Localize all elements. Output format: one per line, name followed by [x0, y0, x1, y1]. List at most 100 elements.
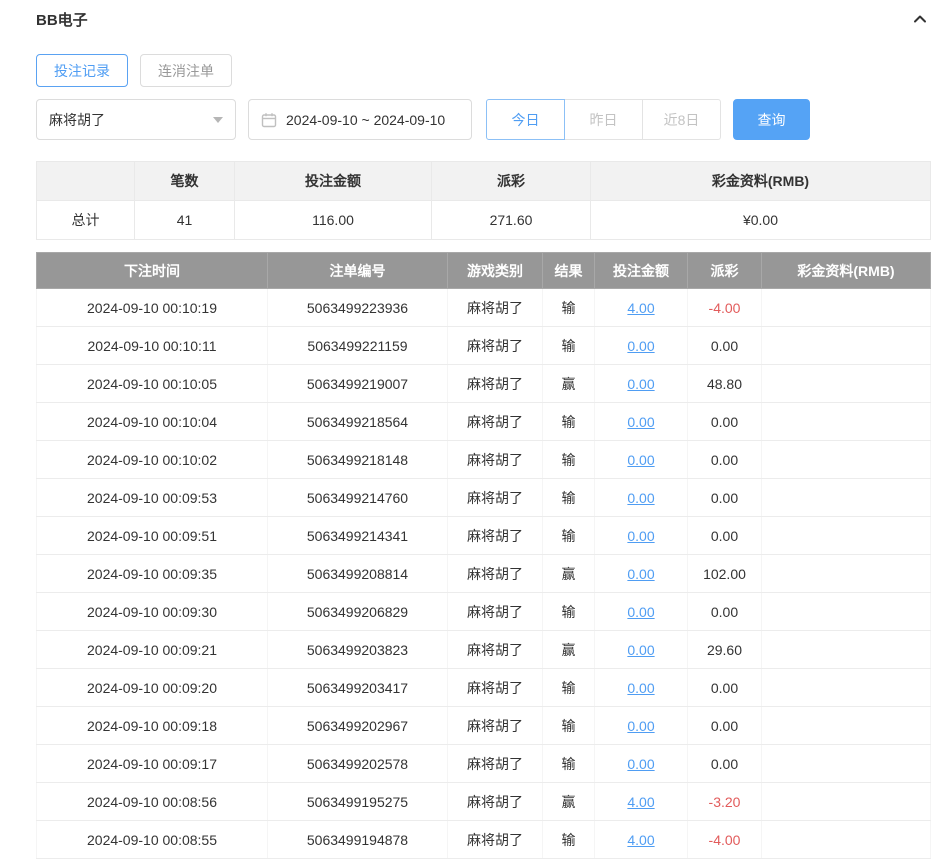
quick-today-button[interactable]: 今日 [486, 99, 565, 140]
payout-cell: 0.00 [688, 707, 762, 745]
table-row: 2024-09-10 00:09:535063499214760麻将胡了输0.0… [37, 479, 931, 517]
payout-cell: 0.00 [688, 479, 762, 517]
table-row: 2024-09-10 00:09:515063499214341麻将胡了输0.0… [37, 517, 931, 555]
bet-time-cell: 2024-09-10 00:09:17 [37, 745, 268, 783]
bet-amount-cell: 4.00 [595, 783, 688, 821]
bet-time-cell: 2024-09-10 00:10:19 [37, 289, 268, 327]
tab-linked-cancelled-orders[interactable]: 连消注单 [140, 54, 232, 87]
bet-amount-link[interactable]: 0.00 [627, 452, 654, 468]
order-id-cell: 5063499218148 [268, 441, 448, 479]
summary-header-empty [37, 162, 135, 201]
date-range-input[interactable]: 2024-09-10 ~ 2024-09-10 [248, 99, 472, 140]
col-header-payout: 派彩 [688, 253, 762, 289]
table-row: 2024-09-10 00:10:045063499218564麻将胡了输0.0… [37, 403, 931, 441]
summary-header-payout: 派彩 [432, 162, 591, 201]
records-table: 下注时间 注单编号 游戏类别 结果 投注金额 派彩 彩金资料(RMB) 2024… [36, 252, 931, 859]
game-type-cell: 麻将胡了 [448, 365, 543, 403]
table-row: 2024-09-10 00:10:195063499223936麻将胡了输4.0… [37, 289, 931, 327]
bet-amount-link[interactable]: 0.00 [627, 642, 654, 658]
bet-amount-link[interactable]: 4.00 [627, 794, 654, 810]
bet-amount-link[interactable]: 0.00 [627, 566, 654, 582]
bet-amount-link[interactable]: 0.00 [627, 680, 654, 696]
game-type-cell: 麻将胡了 [448, 403, 543, 441]
order-id-cell: 5063499214341 [268, 517, 448, 555]
game-type-cell: 麻将胡了 [448, 783, 543, 821]
game-type-cell: 麻将胡了 [448, 707, 543, 745]
result-cell: 输 [543, 289, 595, 327]
table-row: 2024-09-10 00:10:115063499221159麻将胡了输0.0… [37, 327, 931, 365]
order-id-cell: 5063499194878 [268, 821, 448, 859]
bet-amount-link[interactable]: 0.00 [627, 718, 654, 734]
bet-amount-link[interactable]: 0.00 [627, 376, 654, 392]
summary-total-bonus: ¥0.00 [591, 201, 931, 240]
order-id-cell: 5063499195275 [268, 783, 448, 821]
bet-amount-link[interactable]: 4.00 [627, 832, 654, 848]
bet-time-cell: 2024-09-10 00:09:35 [37, 555, 268, 593]
bet-amount-cell: 0.00 [595, 441, 688, 479]
payout-cell: 0.00 [688, 517, 762, 555]
order-id-cell: 5063499208814 [268, 555, 448, 593]
order-id-cell: 5063499214760 [268, 479, 448, 517]
bet-amount-link[interactable]: 0.00 [627, 490, 654, 506]
records-tbody: 2024-09-10 00:10:195063499223936麻将胡了输4.0… [37, 289, 931, 859]
bet-time-cell: 2024-09-10 00:10:11 [37, 327, 268, 365]
table-row: 2024-09-10 00:10:055063499219007麻将胡了赢0.0… [37, 365, 931, 403]
bonus-cell [762, 783, 931, 821]
game-type-cell: 麻将胡了 [448, 669, 543, 707]
chevron-down-icon [213, 117, 223, 123]
bet-amount-link[interactable]: 0.00 [627, 756, 654, 772]
payout-cell: 0.00 [688, 593, 762, 631]
bonus-cell [762, 821, 931, 859]
bet-amount-link[interactable]: 0.00 [627, 604, 654, 620]
bonus-cell [762, 479, 931, 517]
col-header-bonus: 彩金资料(RMB) [762, 253, 931, 289]
result-cell: 输 [543, 707, 595, 745]
bonus-cell [762, 631, 931, 669]
summary-total-bet-amount: 116.00 [235, 201, 432, 240]
payout-cell: -3.20 [688, 783, 762, 821]
bet-time-cell: 2024-09-10 00:08:56 [37, 783, 268, 821]
bonus-cell [762, 365, 931, 403]
bet-amount-link[interactable]: 0.00 [627, 414, 654, 430]
result-cell: 输 [543, 441, 595, 479]
filter-bar: 麻将胡了 2024-09-10 ~ 2024-09-10 今日 昨日 近8日 查… [36, 99, 930, 140]
bet-time-cell: 2024-09-10 00:10:04 [37, 403, 268, 441]
quick-date-button-group: 今日 昨日 近8日 [486, 99, 721, 140]
quick-last8days-button[interactable]: 近8日 [642, 99, 721, 140]
summary-header-row: 笔数 投注金额 派彩 彩金资料(RMB) [37, 162, 931, 201]
order-id-cell: 5063499202967 [268, 707, 448, 745]
result-cell: 输 [543, 327, 595, 365]
collapse-panel-button[interactable] [910, 9, 930, 29]
bet-amount-cell: 0.00 [595, 669, 688, 707]
bet-amount-link[interactable]: 4.00 [627, 300, 654, 316]
order-id-cell: 5063499221159 [268, 327, 448, 365]
calendar-icon [261, 112, 277, 128]
table-row: 2024-09-10 00:09:205063499203417麻将胡了输0.0… [37, 669, 931, 707]
summary-total-row: 总计 41 116.00 271.60 ¥0.00 [37, 201, 931, 240]
tab-bet-records[interactable]: 投注记录 [36, 54, 128, 87]
search-button[interactable]: 查询 [733, 99, 810, 140]
bet-amount-cell: 0.00 [595, 707, 688, 745]
panel-header: BB电子 [36, 6, 930, 32]
bet-amount-cell: 0.00 [595, 365, 688, 403]
date-range-value: 2024-09-10 ~ 2024-09-10 [286, 112, 445, 128]
bet-amount-cell: 0.00 [595, 479, 688, 517]
bet-time-cell: 2024-09-10 00:09:20 [37, 669, 268, 707]
bet-time-cell: 2024-09-10 00:09:18 [37, 707, 268, 745]
order-id-cell: 5063499203417 [268, 669, 448, 707]
bet-amount-link[interactable]: 0.00 [627, 528, 654, 544]
game-type-select[interactable]: 麻将胡了 [36, 99, 236, 140]
bet-amount-link[interactable]: 0.00 [627, 338, 654, 354]
bet-time-cell: 2024-09-10 00:09:53 [37, 479, 268, 517]
quick-yesterday-button[interactable]: 昨日 [564, 99, 643, 140]
order-id-cell: 5063499219007 [268, 365, 448, 403]
payout-cell: 29.60 [688, 631, 762, 669]
bet-time-cell: 2024-09-10 00:09:51 [37, 517, 268, 555]
result-cell: 输 [543, 821, 595, 859]
table-row: 2024-09-10 00:09:185063499202967麻将胡了输 0.0… [37, 707, 931, 745]
summary-total-count: 41 [135, 201, 235, 240]
bonus-cell [762, 593, 931, 631]
result-cell: 输 [543, 745, 595, 783]
game-type-cell: 麻将胡了 [448, 555, 543, 593]
table-row: 2024-09-10 00:09:215063499203823麻将胡了赢0.0… [37, 631, 931, 669]
